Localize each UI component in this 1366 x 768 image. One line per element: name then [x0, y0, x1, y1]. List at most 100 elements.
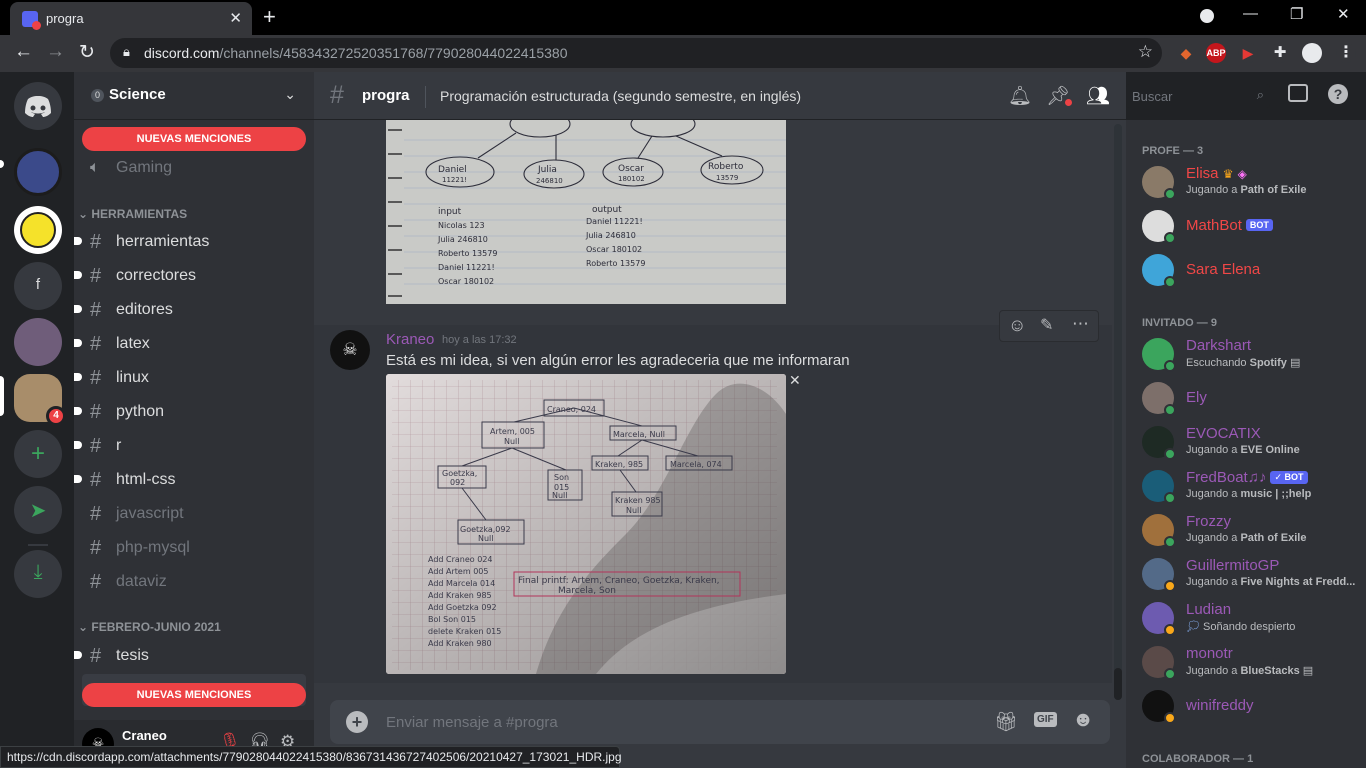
- bookmark-star-icon[interactable]: ☆: [1138, 42, 1153, 62]
- member-frozzy[interactable]: Frozzy Jugando a Path of Exile: [1134, 508, 1358, 552]
- svg-text:Bol Son 015: Bol Son 015: [428, 615, 476, 624]
- forward-arrow-icon[interactable]: →: [46, 41, 65, 63]
- server-science[interactable]: 4: [14, 374, 66, 426]
- message-composer[interactable]: + Enviar mensaje a #progra 🎁︎ GIF ☻: [330, 700, 1110, 744]
- channel-editores[interactable]: # editores: [74, 294, 306, 326]
- extensions-puzzle-icon[interactable]: ✚: [1270, 43, 1290, 63]
- channel-latex[interactable]: # latex: [74, 328, 306, 360]
- member-category-invitado: INVITADO — 9: [1142, 317, 1217, 329]
- new-mentions-pill-top[interactable]: NUEVAS MENCIONES: [82, 127, 306, 151]
- verified-bot-badge: ✓ BOT: [1270, 471, 1308, 484]
- svg-text:Julia 246810: Julia 246810: [437, 235, 488, 244]
- discord-home-button[interactable]: [14, 82, 62, 130]
- message-scrollbar-thumb[interactable]: [1114, 668, 1122, 700]
- channel-python[interactable]: # python: [74, 396, 306, 428]
- channel-topic[interactable]: Programación estructurada (segundo semes…: [440, 88, 801, 104]
- browser-menu-icon[interactable]: ⋮: [1336, 43, 1356, 63]
- channel-label: javascript: [116, 505, 184, 522]
- minimize-icon[interactable]: —: [1243, 5, 1258, 22]
- help-icon[interactable]: ?: [1328, 84, 1348, 104]
- new-mentions-pill-bottom[interactable]: NUEVAS MENCIONES: [82, 683, 306, 707]
- svg-text:Artem, 005: Artem, 005: [490, 427, 535, 436]
- chevron-down-icon[interactable]: ⌄: [284, 86, 296, 103]
- pinned-messages-icon[interactable]: 📌︎: [1046, 84, 1073, 108]
- server-stitch[interactable]: [14, 148, 62, 196]
- attachment-image-previous[interactable]: Daniel 11221! Julia 246810 Oscar 180102 Rob…: [386, 120, 786, 304]
- back-arrow-icon[interactable]: ←: [14, 41, 33, 63]
- server-portrait[interactable]: [14, 318, 62, 366]
- profile-avatar-icon[interactable]: [1302, 43, 1322, 63]
- explore-servers-button[interactable]: ➤: [14, 486, 62, 534]
- member-category-colaborador: COLABORADOR — 1: [1142, 753, 1254, 765]
- adblock-plus-icon[interactable]: ABP: [1206, 43, 1226, 63]
- attachment-image[interactable]: Craneo, 024 Artem, 005 Null Marcela, Null…: [386, 374, 786, 674]
- member-list: PROFE — 3 Elisa ♛ ◈ Jugando a Path of Ex…: [1126, 120, 1366, 768]
- channel-correctores[interactable]: # correctores: [74, 260, 306, 292]
- channel-html-css[interactable]: # html-css: [74, 464, 306, 496]
- channel-javascript[interactable]: # javascript: [82, 498, 306, 530]
- remove-attachment-icon[interactable]: ✕: [789, 372, 801, 389]
- member-darkshart[interactable]: Darkshart Escuchando Spotify ▤: [1134, 332, 1358, 376]
- message-author-avatar[interactable]: ☠: [330, 330, 370, 370]
- member-guillermitogp[interactable]: GuillermitoGP Jugando a Five Nights at F…: [1134, 552, 1358, 596]
- status-online-icon: [1164, 448, 1176, 460]
- channel-gaming-label: Gaming: [116, 159, 173, 176]
- svg-text:Goetzka,092: Goetzka,092: [460, 525, 511, 534]
- maximize-icon[interactable]: ❐: [1290, 5, 1303, 23]
- node-label: Daniel: [438, 165, 467, 175]
- emoji-icon[interactable]: ☻: [1072, 708, 1094, 732]
- svg-text:Marcela, Son: Marcela, Son: [558, 586, 616, 596]
- fox-extension-icon[interactable]: ◆: [1176, 43, 1196, 63]
- member-evocatix[interactable]: EVOCATIX Jugando a EVE Online: [1134, 420, 1358, 464]
- svg-text:180102: 180102: [618, 175, 645, 183]
- member-fredboat[interactable]: FredBoat♫♪ ✓ BOT Jugando a music | ;;help: [1134, 464, 1358, 508]
- member-monotr[interactable]: monotr Jugando a BlueStacks ▤: [1134, 640, 1358, 684]
- member-winifreddy[interactable]: winifreddy: [1134, 684, 1358, 728]
- member-sara-elena[interactable]: Sara Elena: [1134, 248, 1358, 292]
- message-author[interactable]: Kraneo: [386, 331, 434, 348]
- gif-button[interactable]: GIF: [1034, 712, 1057, 727]
- notification-bell-icon[interactable]: 🔔︎: [1008, 84, 1032, 108]
- channel-r[interactable]: # r: [74, 430, 306, 462]
- gift-icon[interactable]: 🎁︎: [994, 710, 1018, 734]
- channel-php-mysql[interactable]: # php-mysql: [82, 532, 306, 564]
- server-f[interactable]: f: [14, 262, 62, 310]
- member-ludian[interactable]: Ludian 💭︎ Soñando despierto: [1134, 596, 1358, 640]
- browser-tab[interactable]: progra ✕: [10, 2, 252, 35]
- download-apps-button[interactable]: ⤓: [14, 550, 62, 598]
- close-tab-icon[interactable]: ✕: [229, 9, 242, 27]
- message-scrollbar-track[interactable]: [1114, 124, 1122, 700]
- address-bar[interactable]: 🔒︎ discord.com/channels/4583432725203517…: [110, 38, 1162, 68]
- reload-icon[interactable]: ↻: [79, 41, 95, 64]
- member-mathbot[interactable]: MathBot BOT: [1134, 204, 1358, 248]
- server-smiley[interactable]: [14, 206, 62, 254]
- channel-dataviz[interactable]: # dataviz: [82, 566, 306, 598]
- video-extension-icon[interactable]: ▶: [1238, 43, 1258, 63]
- svg-text:Craneo, 024: Craneo, 024: [547, 405, 596, 414]
- header-divider: [425, 86, 426, 108]
- inbox-icon[interactable]: [1288, 84, 1308, 102]
- upload-plus-icon[interactable]: +: [346, 711, 368, 733]
- server-header[interactable]: 0 Science ⌄: [74, 72, 314, 120]
- new-tab-icon[interactable]: +: [263, 4, 276, 30]
- member-ely[interactable]: Ely: [1134, 376, 1358, 420]
- compass-icon: ➤: [29, 500, 47, 522]
- channel-herramientas[interactable]: # herramientas: [74, 226, 306, 258]
- more-options-icon[interactable]: ⋯: [1072, 314, 1089, 334]
- member-list-icon[interactable]: 👥︎: [1086, 84, 1110, 108]
- member-elisa[interactable]: Elisa ♛ ◈ Jugando a Path of Exile: [1134, 160, 1358, 204]
- add-server-button[interactable]: +: [14, 430, 62, 478]
- category-febrero-junio[interactable]: ⌄ FEBRERO-JUNIO 2021: [78, 620, 221, 634]
- channel-label: html-css: [116, 471, 176, 488]
- member-activity: Jugando a BlueStacks ▤: [1186, 665, 1314, 677]
- close-window-icon[interactable]: ✕: [1337, 5, 1350, 23]
- svg-text:092: 092: [450, 478, 465, 487]
- channel-tesis[interactable]: # tesis: [74, 640, 306, 672]
- profile-dropdown-icon[interactable]: [1200, 9, 1214, 23]
- channel-linux[interactable]: # linux: [74, 362, 306, 394]
- edit-pencil-icon[interactable]: ✎: [1040, 315, 1053, 335]
- channel-gaming[interactable]: 🔈︎ Gaming: [82, 152, 306, 184]
- category-herramientas[interactable]: ⌄ HERRAMIENTAS: [78, 207, 187, 221]
- search-input[interactable]: Buscar ⌕: [1126, 84, 1270, 108]
- add-reaction-icon[interactable]: ☺: [1008, 315, 1026, 336]
